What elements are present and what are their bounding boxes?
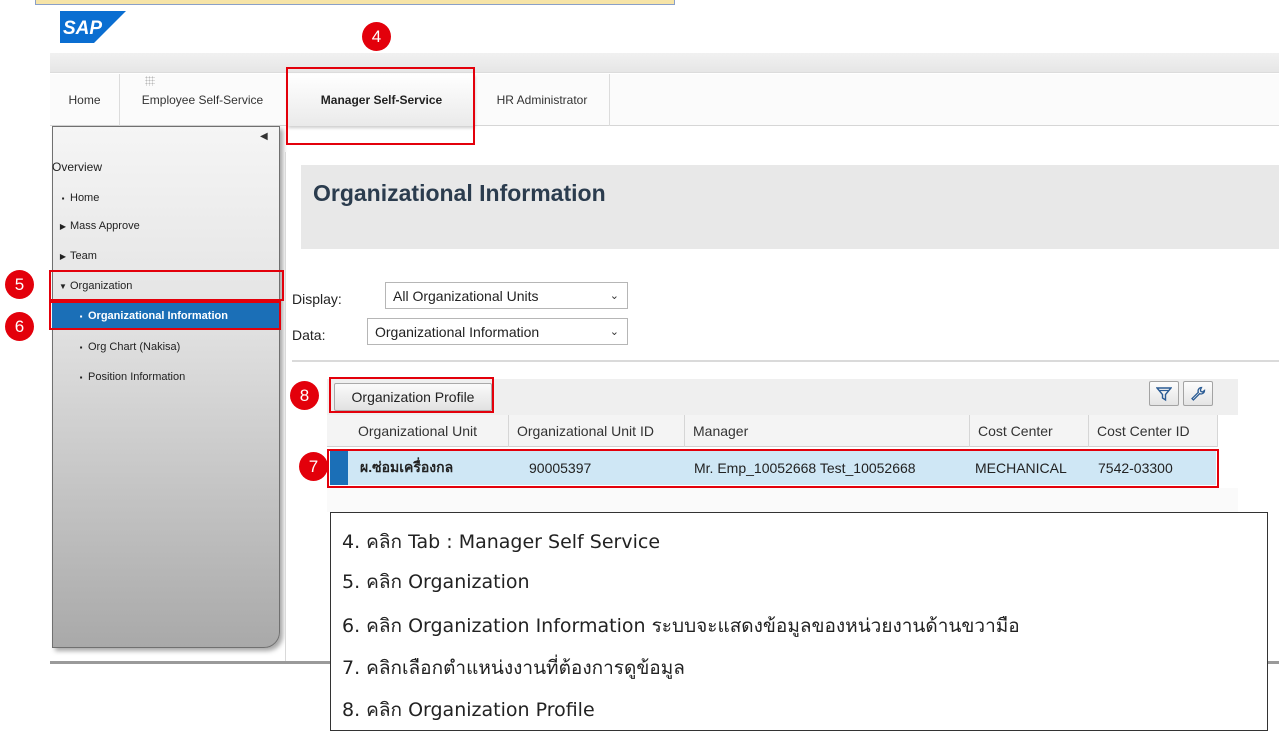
callout-box-row (327, 449, 1219, 488)
top-tab-bar: Home Employee Self-Service Manager Self-… (50, 74, 1279, 126)
data-select[interactable]: Organizational Information ⌄ (367, 318, 628, 345)
column-header-org-unit[interactable]: Organizational Unit (350, 415, 509, 447)
expand-arrow-icon: ▶ (59, 221, 67, 231)
callout-box-organization (49, 270, 284, 301)
data-value: Organizational Information (375, 323, 540, 340)
sidebar-item-label: Mass Approve (70, 220, 140, 232)
data-label: Data: (292, 327, 326, 343)
filter-icon (1156, 386, 1172, 401)
chevron-down-icon: ⌄ (609, 290, 619, 302)
grid-empty-area (327, 488, 1238, 512)
instruction-step: 6. คลิก Organization Information ระบบจะแ… (342, 615, 1020, 637)
svg-text:SAP: SAP (63, 18, 102, 39)
window-top-strip (35, 0, 675, 5)
sidebar-item-position-information[interactable]: ▪ Position Information (52, 364, 280, 390)
sidebar-item-label: Position Information (88, 371, 186, 383)
bullet-icon: ▪ (79, 372, 83, 382)
portal-header: SAP (50, 8, 1279, 53)
sidebar-item-label: Home (70, 192, 100, 204)
callout-box-tab (286, 67, 475, 145)
instruction-step: 7. คลิกเลือกตำแหน่งงานที่ต้องการดูข้อมูล (342, 657, 685, 679)
callout-badge: 8 (290, 381, 319, 410)
page-title: Organizational Information (313, 180, 606, 206)
callout-badge: 6 (5, 312, 34, 341)
callout-box-profile-button (329, 377, 494, 413)
wrench-icon (1191, 386, 1206, 401)
sidebar-title: Overview (52, 160, 103, 174)
column-header-org-unit-id[interactable]: Organizational Unit ID (509, 415, 685, 447)
instruction-step: 8. คลิก Organization Profile (342, 699, 595, 721)
bullet-icon: ▪ (61, 193, 65, 203)
callout-badge: 7 (299, 452, 328, 481)
tab-employee-self-service[interactable]: Employee Self-Service (120, 74, 285, 126)
column-header-manager[interactable]: Manager (685, 415, 970, 447)
display-value: All Organizational Units (393, 287, 539, 304)
sidebar-item-mass-approve[interactable]: ▶ Mass Approve (52, 213, 280, 239)
column-header-cost-center-id[interactable]: Cost Center ID (1089, 415, 1218, 447)
chevron-down-icon: ⌄ (609, 326, 619, 338)
display-select[interactable]: All Organizational Units ⌄ (385, 282, 628, 309)
expand-arrow-icon: ▶ (59, 251, 67, 261)
callout-badge: 5 (5, 270, 34, 299)
page-title-band (301, 165, 1279, 249)
settings-button[interactable] (1183, 381, 1213, 406)
sidebar-item-team[interactable]: ▶ Team (52, 243, 280, 269)
bullet-icon: ▪ (79, 342, 83, 352)
instruction-step: 5. คลิก Organization (342, 571, 530, 593)
filter-button[interactable] (1149, 381, 1179, 406)
divider (292, 360, 1279, 362)
sidebar-item-label: Team (70, 250, 97, 262)
callout-box-org-info (49, 301, 281, 330)
tab-home[interactable]: Home (50, 74, 120, 126)
tab-hr-administrator[interactable]: HR Administrator (475, 74, 610, 126)
callout-badge: 4 (362, 22, 391, 51)
column-header-cost-center[interactable]: Cost Center (970, 415, 1089, 447)
sap-logo: SAP (60, 11, 126, 43)
instruction-step: 4. คลิก Tab : Manager Self Service (342, 531, 661, 553)
triangle-left-icon[interactable]: ◀ (260, 131, 268, 142)
sidebar-item-label: Org Chart (Nakisa) (88, 341, 181, 353)
display-label: Display: (292, 291, 342, 307)
sidebar-item-org-chart[interactable]: ▪ Org Chart (Nakisa) (52, 334, 280, 360)
sidebar-item-home[interactable]: ▪ Home (52, 185, 280, 211)
header-band (50, 53, 1279, 73)
